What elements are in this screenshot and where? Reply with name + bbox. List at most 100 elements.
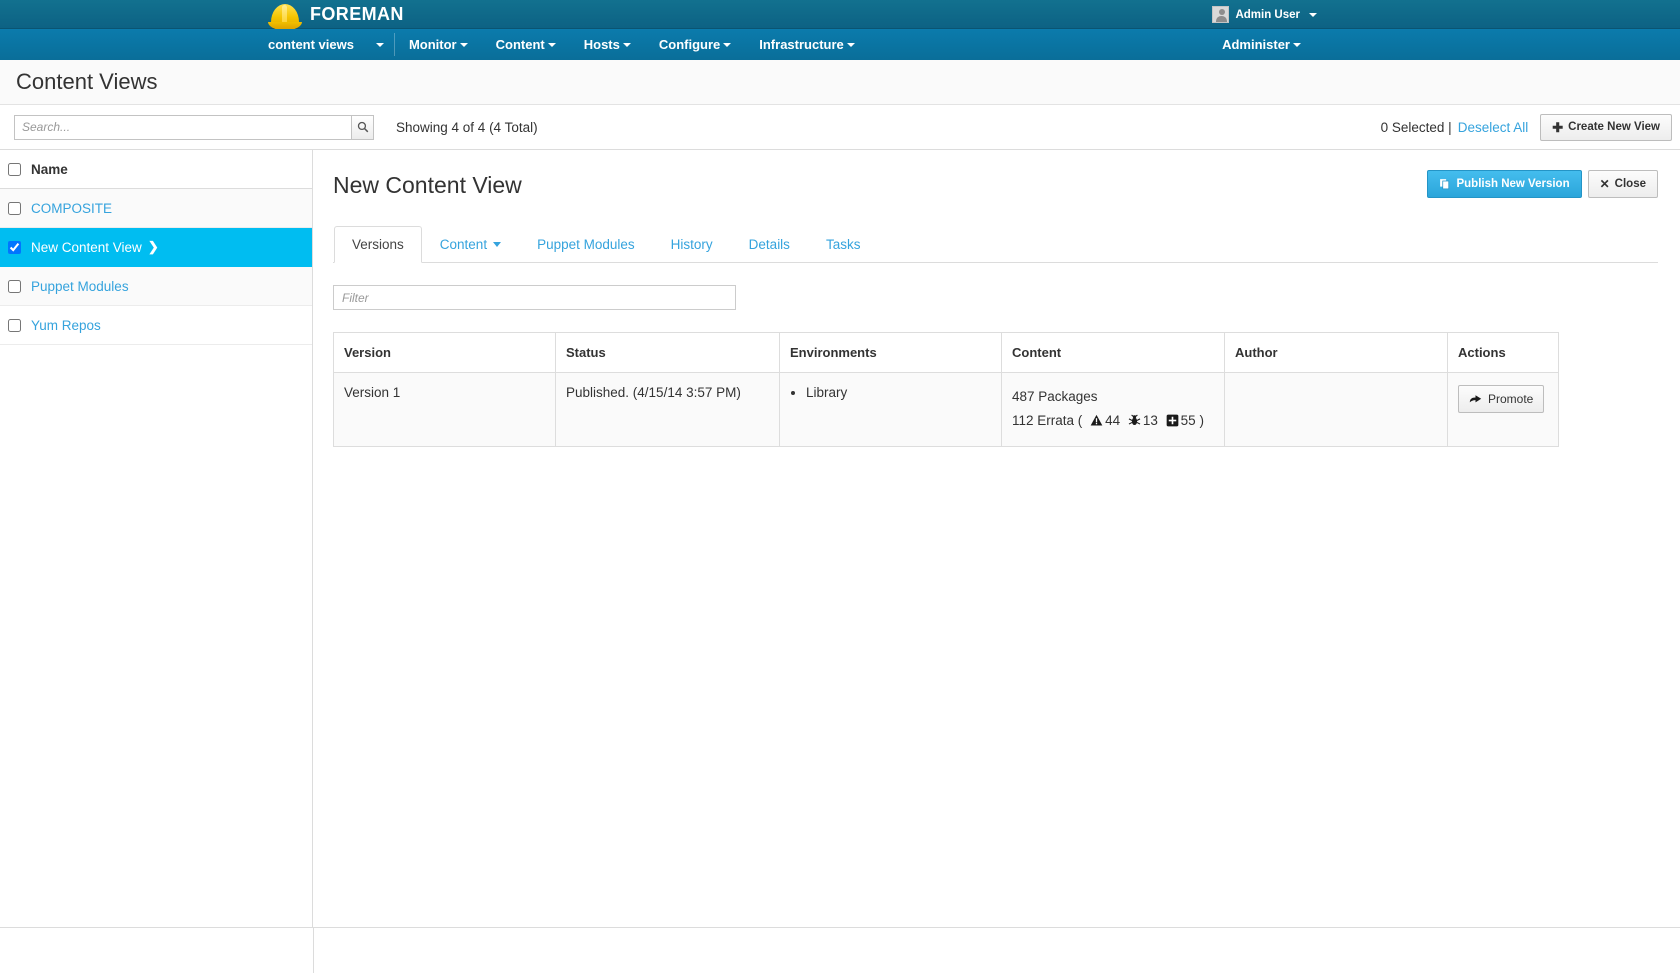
promote-button[interactable]: Promote: [1458, 385, 1545, 413]
row-checkbox[interactable]: [8, 318, 21, 332]
arrow-right-icon: [1469, 394, 1482, 402]
chevron-down-icon: [493, 242, 502, 247]
deselect-all-link[interactable]: Deselect All: [1458, 120, 1529, 135]
magnifier-icon: [357, 121, 368, 133]
nav-item-label: Configure: [658, 37, 721, 52]
column-header-environments: Environments: [779, 332, 1002, 373]
main-navigation: content views Monitor Content Hosts Conf…: [0, 29, 1680, 60]
chevron-right-icon: ❯: [147, 239, 159, 254]
nav-item-content[interactable]: Content: [482, 29, 570, 60]
sidebar-item-label: Puppet Modules: [31, 278, 129, 294]
copy-icon: [1440, 179, 1450, 190]
hardhat-icon: [268, 1, 302, 30]
page-footer: [0, 927, 1680, 973]
tab-label: Content: [439, 237, 488, 252]
content-view-detail-panel: New Content View Publish New Version ✕ C…: [313, 150, 1680, 927]
caret-down-icon: [1309, 12, 1317, 17]
brand-name: FOREMAN: [310, 4, 404, 24]
sidebar-item-label: COMPOSITE: [31, 200, 113, 216]
tab-history[interactable]: History: [653, 226, 731, 263]
tab-puppet-modules[interactable]: Puppet Modules: [519, 226, 653, 263]
nav-item-label: Hosts: [583, 37, 620, 52]
sidebar-item-composite[interactable]: COMPOSITE: [0, 189, 312, 228]
content-view-title: New Content View: [333, 172, 522, 198]
nav-item-label: Administer: [1222, 37, 1290, 52]
tab-label: Tasks: [825, 237, 861, 252]
table-row: Version 1 Published. (4/15/14 3:57 PM) L…: [333, 372, 1559, 447]
nav-current-context-label: content views: [268, 37, 354, 52]
user-menu-label: Admin User: [1235, 8, 1300, 21]
brand-logo[interactable]: FOREMAN: [268, 0, 404, 30]
nav-item-label: Content: [495, 37, 545, 52]
caret-down-icon: [723, 42, 732, 47]
tab-tasks[interactable]: Tasks: [808, 226, 879, 263]
nav-item-label: Monitor: [408, 37, 457, 52]
caret-down-icon: [622, 42, 631, 47]
create-new-view-label: Create New View: [1568, 121, 1660, 133]
caret-down-icon: [846, 42, 855, 47]
errata-summary: 112 Errata ( 44 13 55): [1012, 409, 1214, 433]
search-group: [14, 114, 374, 140]
search-input[interactable]: [14, 114, 351, 140]
brand-bar: FOREMAN Admin User: [0, 0, 1680, 30]
cell-version: Version 1: [333, 372, 556, 447]
caret-down-icon: [547, 42, 556, 47]
search-button[interactable]: [351, 114, 374, 140]
nav-current-context[interactable]: content views: [254, 29, 394, 60]
tab-label: Details: [748, 237, 790, 252]
versions-filter-input[interactable]: [333, 285, 736, 310]
publish-new-version-button[interactable]: Publish New Version: [1427, 170, 1582, 198]
close-label: Close: [1614, 178, 1646, 190]
caret-down-icon: [375, 42, 384, 47]
errata-suffix: ): [1199, 413, 1204, 429]
cell-content: 487 Packages 112 Errata ( 44 13 55): [1001, 372, 1225, 447]
errata-prefix: 112 Errata (: [1012, 413, 1083, 429]
nav-item-monitor[interactable]: Monitor: [395, 29, 482, 60]
content-area: Name COMPOSITE New Content View ❯ Puppet…: [0, 150, 1680, 927]
nav-item-hosts[interactable]: Hosts: [570, 29, 645, 60]
column-header-version: Version: [333, 332, 556, 373]
table-header-row: Version Status Environments Content Auth…: [333, 332, 1559, 373]
sidebar-column-name: Name: [31, 161, 68, 177]
column-header-content: Content: [1001, 332, 1225, 373]
cell-status: Published. (4/15/14 3:57 PM): [555, 372, 780, 447]
row-checkbox[interactable]: [8, 240, 21, 254]
user-menu[interactable]: Admin User: [1212, 0, 1317, 29]
nav-item-administer[interactable]: Administer: [1208, 37, 1315, 52]
user-avatar-icon: [1212, 6, 1230, 23]
sidebar-item-new-content-view[interactable]: New Content View ❯: [0, 228, 312, 267]
publish-new-version-label: Publish New Version: [1456, 178, 1570, 190]
tab-label: Versions: [352, 237, 404, 252]
sidebar-header-row: Name: [0, 150, 312, 189]
page-title: Content Views: [16, 69, 158, 94]
tab-content[interactable]: Content: [422, 226, 519, 263]
create-new-view-button[interactable]: ✚ Create New View: [1540, 113, 1672, 141]
cell-environments: Library: [779, 372, 1002, 447]
sidebar-item-label: Yum Repos: [31, 317, 101, 333]
selected-count: 0 Selected |: [1380, 119, 1452, 135]
column-header-status: Status: [555, 332, 780, 373]
nav-item-configure[interactable]: Configure: [645, 29, 745, 60]
footer-divider: [313, 927, 314, 973]
close-button[interactable]: ✕ Close: [1587, 170, 1658, 198]
caret-down-icon: [459, 42, 468, 47]
errata-bugfix-count: 13: [1142, 413, 1158, 429]
cell-author: [1224, 372, 1448, 447]
row-checkbox[interactable]: [8, 279, 21, 293]
environment-item: Library: [806, 385, 991, 400]
x-icon: ✕: [1599, 177, 1610, 191]
nav-item-infrastructure[interactable]: Infrastructure: [745, 29, 869, 60]
list-toolbar: Showing 4 of 4 (4 Total) 0 Selected | De…: [0, 105, 1680, 150]
tab-versions[interactable]: Versions: [334, 226, 422, 263]
page-header: Content Views: [0, 60, 1680, 105]
row-checkbox[interactable]: [8, 201, 21, 215]
column-header-actions: Actions: [1447, 332, 1559, 373]
sidebar-item-puppet-modules[interactable]: Puppet Modules: [0, 267, 312, 306]
sidebar-item-yum-repos[interactable]: Yum Repos: [0, 306, 312, 345]
tab-label: Puppet Modules: [537, 237, 635, 252]
enhancement-plus-icon: [1166, 414, 1179, 427]
select-all-checkbox[interactable]: [8, 162, 21, 176]
tab-details[interactable]: Details: [731, 226, 808, 263]
sidebar-item-label: New Content View: [31, 239, 142, 255]
plus-icon: ✚: [1552, 119, 1564, 135]
